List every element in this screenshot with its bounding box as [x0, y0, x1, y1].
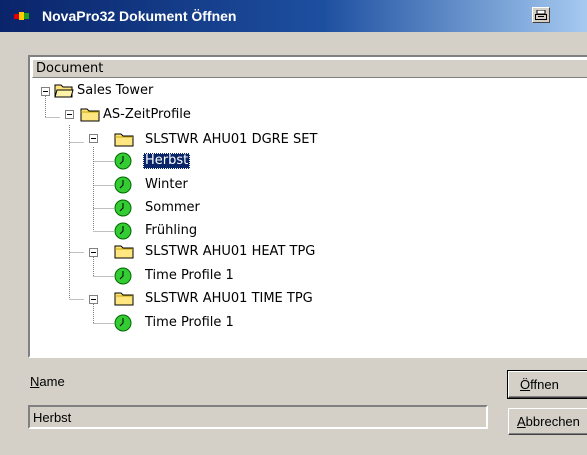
window-title: NovaPro32 Dokument Öffnen — [42, 8, 237, 24]
tree-item-time-profile[interactable]: Time Profile 1 — [30, 266, 330, 286]
tree-item-time-profile[interactable]: Time Profile 1 — [30, 313, 330, 333]
tree-node-group[interactable]: SLSTWR AHU01 TIME TPG — [30, 289, 430, 309]
clock-icon — [114, 176, 132, 198]
collapse-icon[interactable] — [89, 295, 98, 304]
tree-item-fruehling[interactable]: Frühling — [30, 221, 330, 241]
cancel-button[interactable]: Abbrechen — [508, 408, 587, 435]
clock-icon — [114, 222, 132, 244]
tree-label: Time Profile 1 — [145, 268, 234, 283]
collapse-icon[interactable] — [89, 248, 98, 257]
clock-icon — [114, 267, 132, 289]
tree-label: SLSTWR AHU01 TIME TPG — [145, 291, 313, 306]
clock-icon — [114, 314, 132, 336]
tree-item-herbst[interactable]: Herbst — [30, 151, 330, 171]
folder-icon — [80, 106, 100, 126]
title-bar: NovaPro32 Dokument Öffnen — [0, 0, 587, 32]
folder-icon — [114, 290, 134, 310]
folder-icon — [114, 243, 134, 263]
app-icon — [14, 10, 36, 22]
tree-item-winter[interactable]: Winter — [30, 175, 330, 195]
tree-label: AS-ZeitProfile — [103, 107, 191, 122]
name-field[interactable]: Herbst — [28, 405, 488, 429]
clock-icon — [114, 199, 132, 221]
folder-open-icon — [54, 82, 74, 102]
tree-label: Frühling — [145, 223, 198, 238]
tree-label: Time Profile 1 — [145, 315, 234, 330]
document-tree[interactable]: Document Sales Tower AS-ZeitProfile SLST… — [28, 55, 587, 358]
clock-icon — [114, 152, 132, 174]
tree-node-root[interactable]: Sales Tower — [30, 81, 330, 101]
tree-node-folder[interactable]: AS-ZeitProfile — [30, 105, 330, 125]
tree-label: Sales Tower — [77, 83, 154, 98]
tree-item-sommer[interactable]: Sommer — [30, 198, 330, 218]
tree-label: Winter — [145, 177, 188, 192]
tree-label: Sommer — [145, 200, 200, 215]
tree-node-group[interactable]: SLSTWR AHU01 HEAT TPG — [30, 242, 430, 262]
collapse-icon[interactable] — [41, 87, 50, 96]
collapse-icon[interactable] — [65, 110, 74, 119]
tree-label: SLSTWR AHU01 HEAT TPG — [145, 244, 316, 259]
name-label: Name — [30, 374, 65, 389]
print-icon[interactable] — [532, 7, 550, 23]
collapse-icon[interactable] — [89, 134, 98, 143]
open-button[interactable]: Öffnen — [507, 370, 587, 399]
folder-icon — [114, 131, 134, 151]
tree-label: SLSTWR AHU01 DGRE SET — [145, 132, 318, 147]
tree-node-group[interactable]: SLSTWR AHU01 DGRE SET — [30, 130, 430, 150]
tree-label-selected: Herbst — [143, 153, 191, 169]
